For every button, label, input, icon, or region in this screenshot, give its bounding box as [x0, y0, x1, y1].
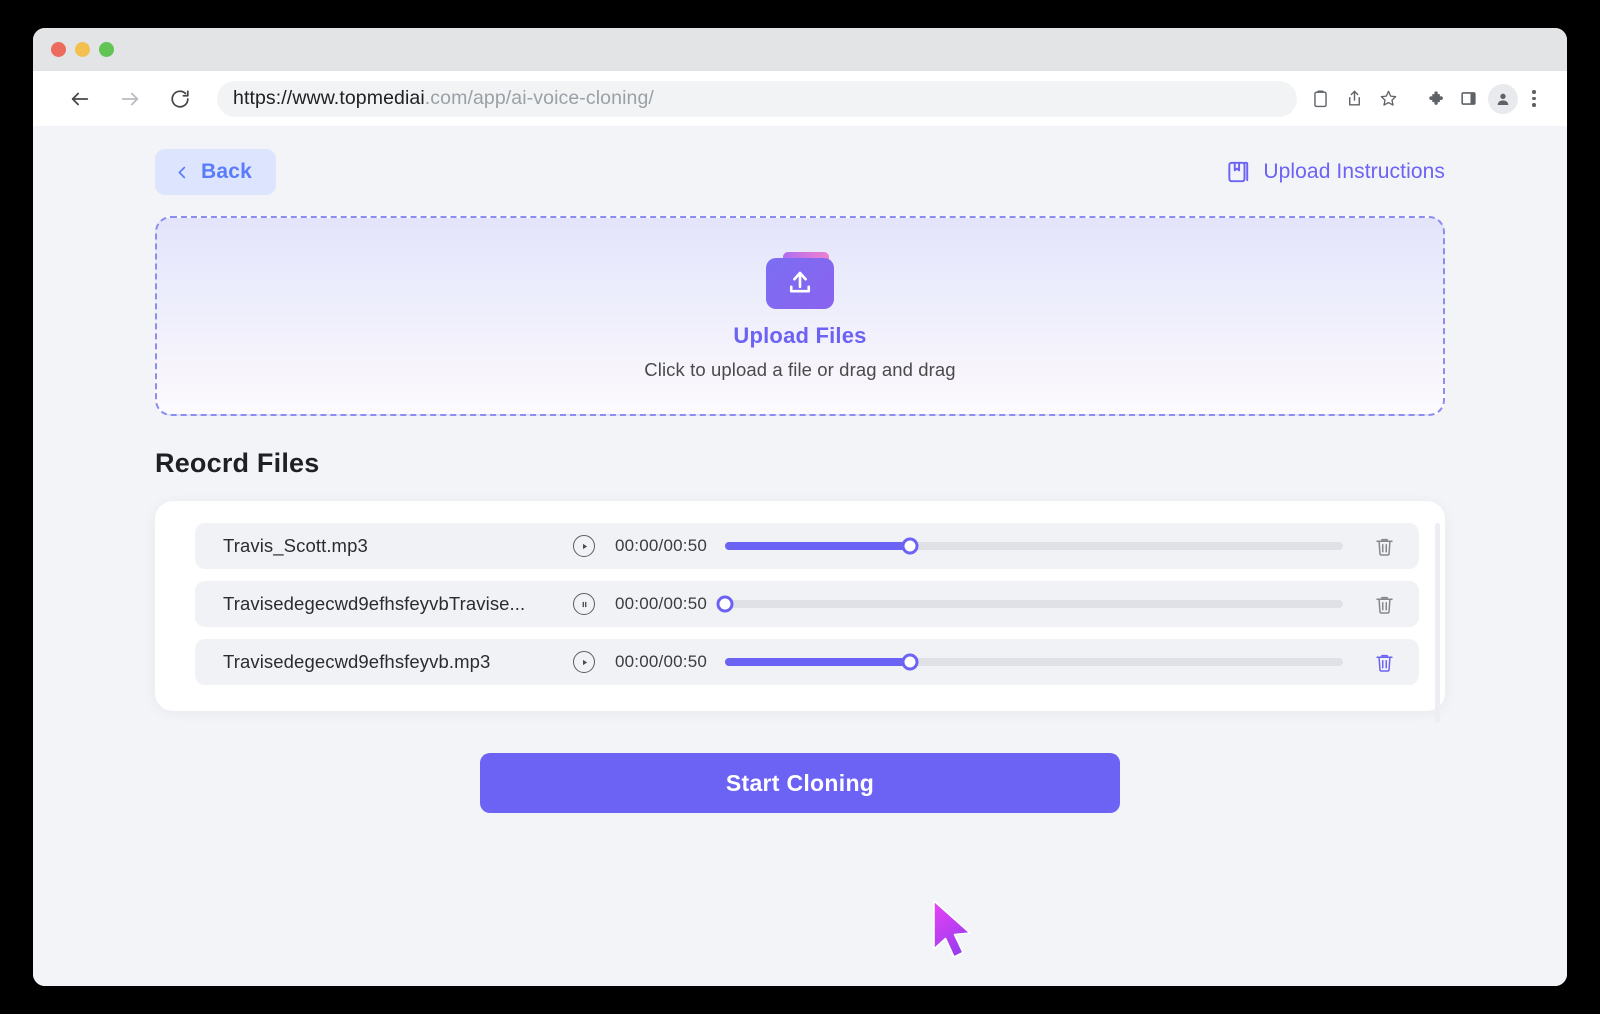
dropzone-subtitle: Click to upload a file or drag and drag: [644, 359, 955, 381]
slider-handle[interactable]: [902, 654, 919, 671]
folder-upload-icon: [766, 252, 834, 309]
close-window-button[interactable]: [51, 42, 66, 57]
record-files-heading: Reocrd Files: [155, 448, 1445, 479]
bookmark-star-icon[interactable]: [1371, 82, 1405, 116]
back-arrow-icon[interactable]: [69, 88, 91, 110]
file-row: Travisedegecwd9efhsfeyvb.mp3 00:00/00:50: [195, 639, 1419, 685]
share-icon[interactable]: [1337, 82, 1371, 116]
page-body: Back Upload Instructions: [33, 126, 1567, 986]
record-files-list: Travis_Scott.mp300:00/00:50Travisedegecw…: [195, 523, 1419, 685]
delete-file-button[interactable]: [1371, 533, 1397, 559]
upload-dropzone[interactable]: Upload Files Click to upload a file or d…: [155, 216, 1445, 416]
slider-handle[interactable]: [902, 538, 919, 555]
kebab-menu-icon[interactable]: [1521, 90, 1547, 107]
reload-icon[interactable]: [169, 88, 191, 110]
side-panel-icon[interactable]: [1451, 82, 1485, 116]
profile-avatar-icon[interactable]: [1488, 84, 1518, 114]
slider-fill: [725, 658, 910, 666]
file-name: Travisedegecwd9efhsfeyvb.mp3: [223, 651, 573, 673]
clipboard-icon[interactable]: [1303, 82, 1337, 116]
file-row: Travisedegecwd9efhsfeyvbTravise... 00:00/…: [195, 581, 1419, 627]
slider-fill: [725, 542, 910, 550]
url-text: https://www.topmediai.com/app/ai-voice-c…: [233, 87, 654, 110]
maximize-window-button[interactable]: [99, 42, 114, 57]
upload-instructions-link[interactable]: Upload Instructions: [1225, 159, 1445, 185]
book-bookmark-icon: [1225, 159, 1251, 185]
delete-file-button[interactable]: [1371, 591, 1397, 617]
url-host: https://www.topmediai: [233, 87, 425, 109]
delete-file-button[interactable]: [1371, 649, 1397, 675]
browser-window: https://www.topmediai.com/app/ai-voice-c…: [33, 28, 1567, 986]
folder-body: [766, 258, 834, 309]
playback-time: 00:00/00:50: [615, 536, 707, 556]
cta-container: Start Cloning: [155, 753, 1445, 813]
traffic-lights: [51, 42, 114, 57]
toolbar-icons: [1303, 82, 1547, 116]
pause-button[interactable]: [573, 593, 595, 615]
page-content: Back Upload Instructions: [155, 126, 1445, 813]
upload-arrow-icon: [785, 268, 815, 298]
back-button[interactable]: Back: [155, 149, 276, 195]
file-name: Travis_Scott.mp3: [223, 535, 573, 557]
url-path: .com/app/ai-voice-cloning/: [425, 87, 654, 109]
address-bar[interactable]: https://www.topmediai.com/app/ai-voice-c…: [217, 81, 1297, 117]
back-button-label: Back: [201, 160, 252, 184]
page-topbar: Back Upload Instructions: [155, 150, 1445, 194]
record-files-card: Travis_Scott.mp300:00/00:50Travisedegecw…: [155, 501, 1445, 711]
upload-instructions-label: Upload Instructions: [1263, 160, 1445, 184]
playback-time: 00:00/00:50: [615, 594, 707, 614]
chevron-left-icon: [175, 165, 190, 180]
navigation-buttons: [69, 88, 191, 110]
minimize-window-button[interactable]: [75, 42, 90, 57]
file-row: Travis_Scott.mp3 00:00/00:50: [195, 523, 1419, 569]
playback-slider[interactable]: [725, 658, 1343, 666]
files-list-scrollbar[interactable]: [1435, 523, 1440, 723]
mouse-cursor: [930, 899, 978, 961]
playback-slider[interactable]: [725, 542, 1343, 550]
slider-handle[interactable]: [717, 596, 734, 613]
playback-time: 00:00/00:50: [615, 652, 707, 672]
play-button[interactable]: [573, 651, 595, 673]
forward-arrow-icon[interactable]: [119, 88, 141, 110]
playback-slider[interactable]: [725, 600, 1343, 608]
start-cloning-button[interactable]: Start Cloning: [480, 753, 1120, 813]
browser-toolbar: https://www.topmediai.com/app/ai-voice-c…: [33, 71, 1567, 126]
play-button[interactable]: [573, 535, 595, 557]
extensions-puzzle-icon[interactable]: [1417, 82, 1451, 116]
window-titlebar: [33, 28, 1567, 71]
dropzone-title: Upload Files: [733, 323, 866, 349]
file-name: Travisedegecwd9efhsfeyvbTravise...: [223, 593, 573, 615]
